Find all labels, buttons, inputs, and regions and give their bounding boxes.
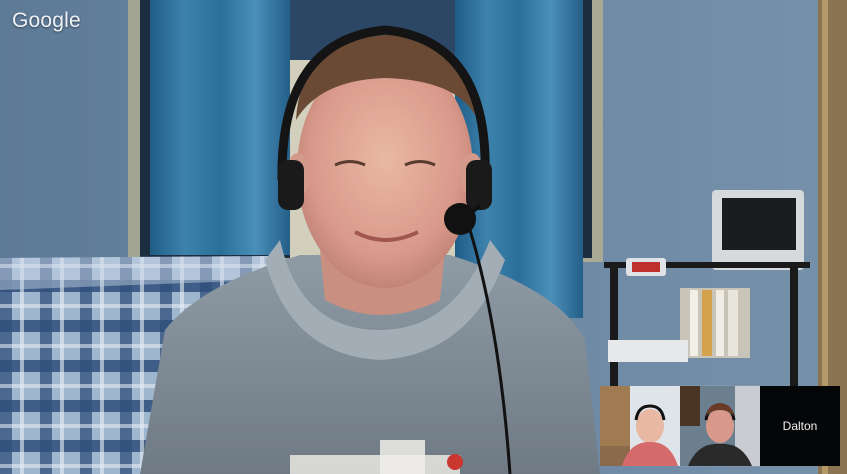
participant-name-label: Dalton — [782, 419, 818, 433]
participant-filmstrip: Dalton — [600, 385, 840, 467]
google-logo: Google — [12, 9, 81, 32]
self-view-thumbnail[interactable] — [679, 385, 761, 467]
participant-name-tile[interactable]: Dalton — [760, 386, 840, 466]
participant-video — [600, 386, 680, 466]
self-view-video — [680, 386, 760, 466]
participant-thumbnail[interactable] — [600, 386, 680, 466]
hangout-window: Google Dalton — [0, 0, 847, 474]
